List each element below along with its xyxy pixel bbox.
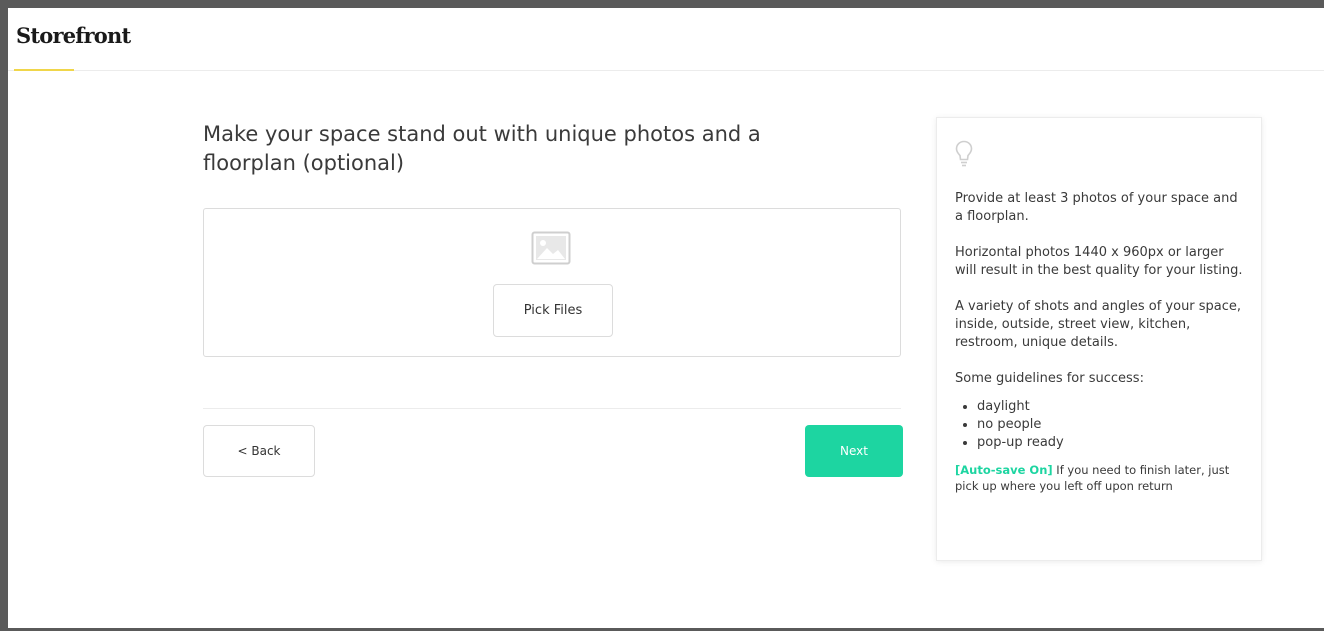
guidelines-list: daylight no people pop-up ready [955, 398, 1245, 452]
autosave-badge: [Auto-save On] [955, 463, 1053, 477]
header: Storefront [8, 8, 1324, 71]
tip-paragraph: Provide at least 3 photos of your space … [955, 191, 1238, 224]
autosave-note: [Auto-save On] If you need to finish lat… [955, 462, 1245, 494]
tip-paragraph: Some guidelines for success: [955, 371, 1144, 386]
list-item: no people [977, 416, 1245, 434]
storefront-logo[interactable]: Storefront [16, 23, 131, 48]
tips-card: Provide at least 3 photos of your space … [936, 117, 1262, 561]
page-title: Make your space stand out with unique ph… [203, 122, 761, 175]
image-icon [531, 231, 571, 265]
tips-content: Provide at least 3 photos of your space … [955, 190, 1245, 494]
back-button[interactable]: < Back [203, 425, 315, 477]
app-frame: Storefront Make your space stand out wit… [8, 8, 1324, 628]
list-item: daylight [977, 398, 1245, 416]
tip-paragraph: Horizontal photos 1440 x 960px or larger… [955, 245, 1243, 278]
divider [203, 408, 901, 409]
next-button[interactable]: Next [805, 425, 903, 477]
lightbulb-icon [955, 140, 973, 167]
tip-paragraph: A variety of shots and angles of your sp… [955, 299, 1242, 350]
list-item: pop-up ready [977, 434, 1245, 452]
logo-underline [14, 69, 74, 71]
pick-files-button[interactable]: Pick Files [493, 284, 613, 337]
upload-dropzone[interactable]: Pick Files [203, 208, 901, 357]
